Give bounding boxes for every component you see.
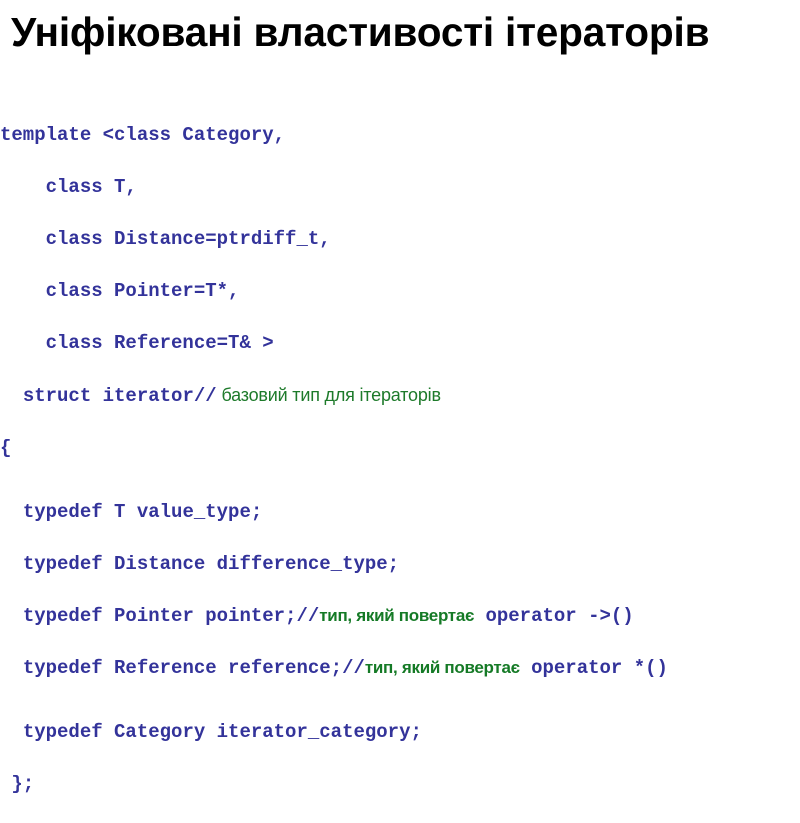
code-text: { xyxy=(0,437,12,459)
code-block: template <class Category, class T, class… xyxy=(0,122,795,823)
code-line: template <class Category, xyxy=(0,122,795,148)
code-line: typedef T value_type; xyxy=(0,499,795,525)
code-text: typedef Reference reference;// xyxy=(0,657,365,679)
inline-comment: тип, який повертає xyxy=(364,658,520,677)
code-text: class Pointer=T*, xyxy=(0,280,240,302)
code-text: class Distance=ptrdiff_t, xyxy=(0,228,331,250)
page-title: Уніфіковані властивості ітераторів xyxy=(11,9,710,55)
code-text: typedef Pointer pointer;// xyxy=(0,605,320,627)
code-text: struct iterator// xyxy=(0,385,217,407)
code-spacer xyxy=(0,487,795,499)
code-text: typedef Category iterator_category; xyxy=(0,721,422,743)
code-text: }; xyxy=(0,773,35,795)
code-line: typedef Distance difference_type; xyxy=(0,551,795,577)
inline-comment: тип, який повертає xyxy=(319,606,475,625)
code-line: class Pointer=T*, xyxy=(0,278,795,304)
code-text: class Reference=T& > xyxy=(0,332,274,354)
code-text: operator *() xyxy=(519,657,668,679)
code-line: class T, xyxy=(0,174,795,200)
code-line: typedef Category iterator_category; xyxy=(0,719,795,745)
code-line: typedef Pointer pointer;//тип, який пове… xyxy=(0,603,795,629)
code-line: typedef Reference reference;//тип, який … xyxy=(0,655,795,681)
inline-comment: базовий тип для ітераторів xyxy=(216,385,441,405)
code-spacer xyxy=(0,707,795,719)
code-text: typedef Distance difference_type; xyxy=(0,553,400,575)
code-line: }; xyxy=(0,771,795,797)
code-line: { xyxy=(0,435,795,461)
code-text: class T, xyxy=(0,176,137,198)
code-line: class Reference=T& > xyxy=(0,330,795,356)
code-line: class Distance=ptrdiff_t, xyxy=(0,226,795,252)
code-line: struct iterator// базовий тип для ітерат… xyxy=(0,382,795,409)
code-text: typedef T value_type; xyxy=(0,501,263,523)
code-text: template <class Category, xyxy=(0,124,286,146)
code-text: operator ->() xyxy=(474,605,634,627)
